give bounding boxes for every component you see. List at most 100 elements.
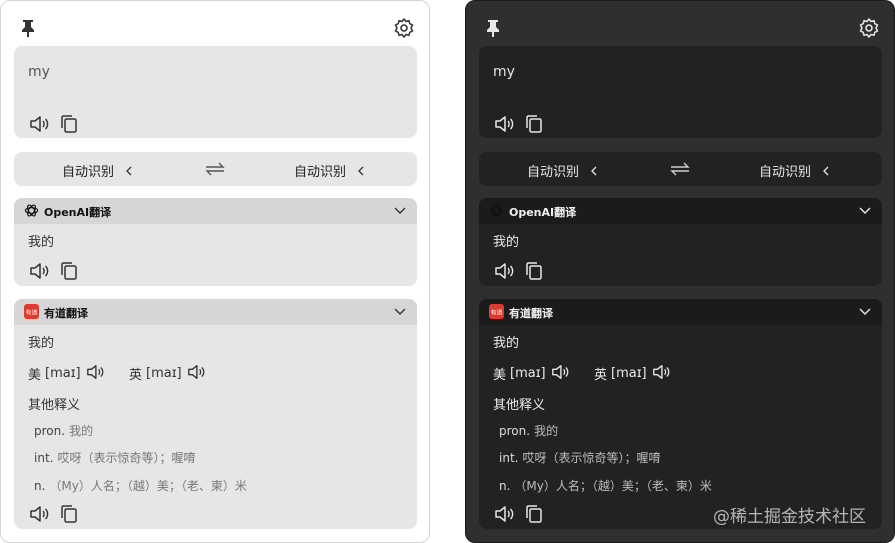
- openai-actions: [28, 261, 80, 281]
- target-language-label: 自动识别: [294, 165, 347, 180]
- youdao-actions: [493, 504, 545, 524]
- def-meaning: 哎呀（表示惊奇等）；喔唷: [522, 451, 661, 465]
- uk-phonetic: 英 [maɪ]: [594, 363, 673, 383]
- us-phonetic: 美 [maɪ]: [28, 363, 107, 383]
- uk-phonetic-text: [maɪ]: [146, 365, 182, 381]
- swap-icon[interactable]: [669, 159, 691, 179]
- other-meanings-label: 其他释义: [493, 398, 546, 413]
- other-meanings-label: 其他释义: [28, 398, 81, 413]
- source-input-card[interactable]: my: [479, 46, 882, 138]
- target-language-select[interactable]: 自动识别: [294, 161, 366, 180]
- us-label: 美: [493, 367, 507, 383]
- openai-actions: [493, 261, 545, 281]
- speaker-icon[interactable]: [28, 261, 50, 281]
- openai-result-text: 我的: [28, 235, 55, 250]
- pin-icon[interactable]: [482, 17, 504, 39]
- target-language-label: 自动识别: [759, 165, 812, 180]
- target-language-select[interactable]: 自动识别: [759, 161, 831, 180]
- speaker-icon[interactable]: [651, 363, 673, 383]
- openai-title: OpenAI翻译: [509, 206, 577, 219]
- copy-icon[interactable]: [58, 504, 80, 524]
- source-text[interactable]: my: [493, 64, 515, 80]
- youdao-result-card: 有道 有道翻译 我的 美 [maɪ] 英 [maɪ] 其他释义 pron. 我的 …: [479, 299, 882, 529]
- youdao-title: 有道翻译: [44, 307, 88, 320]
- swap-icon[interactable]: [204, 159, 226, 179]
- copy-icon[interactable]: [523, 114, 545, 134]
- chevron-down-icon[interactable]: [858, 306, 872, 318]
- source-actions: [493, 114, 545, 134]
- chevron-down-icon[interactable]: [858, 205, 872, 217]
- source-language-label: 自动识别: [527, 165, 580, 180]
- youdao-result-header[interactable]: 有道 有道翻译: [479, 299, 882, 325]
- svg-text:有道: 有道: [25, 309, 37, 317]
- definition-row: int. 哎呀（表示惊奇等）；喔唷: [34, 449, 195, 466]
- def-pos: int.: [34, 451, 54, 465]
- language-selector-bar: 自动识别 自动识别: [14, 152, 417, 186]
- copy-icon[interactable]: [58, 114, 80, 134]
- definition-row: pron. 我的: [34, 422, 93, 439]
- def-pos: int.: [499, 451, 519, 465]
- source-actions: [28, 114, 80, 134]
- us-label: 美: [28, 367, 42, 383]
- uk-phonetic-text: [maɪ]: [611, 365, 647, 381]
- def-pos: n.: [34, 479, 46, 493]
- def-pos: n.: [499, 479, 511, 493]
- definition-row: pron. 我的: [499, 422, 558, 439]
- openai-title: OpenAI翻译: [44, 206, 112, 219]
- chevron-down-icon[interactable]: [393, 205, 407, 217]
- top-bar: [15, 15, 415, 39]
- speaker-icon[interactable]: [493, 261, 515, 281]
- youdao-logo-icon: 有道: [24, 304, 39, 319]
- source-language-label: 自动识别: [62, 165, 115, 180]
- openai-logo-icon: [489, 203, 504, 218]
- gear-icon[interactable]: [393, 17, 415, 39]
- def-meaning: 我的: [534, 424, 559, 438]
- youdao-title: 有道翻译: [509, 307, 553, 320]
- youdao-logo-icon: 有道: [489, 304, 504, 319]
- def-pos: pron.: [499, 424, 531, 438]
- youdao-result-header[interactable]: 有道 有道翻译: [14, 299, 417, 325]
- youdao-result-text: 我的: [493, 336, 520, 351]
- def-meaning: （My）人名；（越）美；（老、柬）米: [514, 479, 712, 493]
- uk-label: 英: [594, 367, 608, 383]
- top-bar: [480, 15, 880, 39]
- speaker-icon[interactable]: [28, 504, 50, 524]
- us-phonetic-text: [maɪ]: [510, 365, 546, 381]
- uk-label: 英: [129, 367, 143, 383]
- light-translate-window: my 自动识别 自动识别 OpenAI翻译 我的 有道 有道翻译 我的 美 [m…: [0, 0, 430, 543]
- openai-logo-icon: [24, 203, 39, 218]
- source-input-card[interactable]: my: [14, 46, 417, 138]
- speaker-icon[interactable]: [550, 363, 572, 383]
- chevron-left-icon: [124, 165, 134, 177]
- chevron-left-icon: [821, 165, 831, 177]
- speaker-icon[interactable]: [493, 504, 515, 524]
- youdao-result-card: 有道 有道翻译 我的 美 [maɪ] 英 [maɪ] 其他释义 pron. 我的 …: [14, 299, 417, 529]
- definition-row: n. （My）人名；（越）美；（老、柬）米: [34, 477, 247, 494]
- openai-result-header[interactable]: OpenAI翻译: [479, 198, 882, 224]
- chevron-left-icon: [356, 165, 366, 177]
- copy-icon[interactable]: [523, 261, 545, 281]
- definition-row: int. 哎呀（表示惊奇等）；喔唷: [499, 449, 660, 466]
- speaker-icon[interactable]: [28, 114, 50, 134]
- copy-icon[interactable]: [523, 504, 545, 524]
- speaker-icon[interactable]: [85, 363, 107, 383]
- youdao-result-text: 我的: [28, 336, 55, 351]
- chevron-down-icon[interactable]: [393, 306, 407, 318]
- speaker-icon[interactable]: [493, 114, 515, 134]
- source-language-select[interactable]: 自动识别: [62, 161, 134, 180]
- openai-result-card: OpenAI翻译 我的: [479, 198, 882, 286]
- source-language-select[interactable]: 自动识别: [527, 161, 599, 180]
- pin-icon[interactable]: [17, 17, 39, 39]
- speaker-icon[interactable]: [186, 363, 208, 383]
- chevron-left-icon: [589, 165, 599, 177]
- watermark: @稀土掘金技术社区: [713, 507, 866, 527]
- youdao-actions: [28, 504, 80, 524]
- definition-row: n. （My）人名；（越）美；（老、柬）米: [499, 477, 712, 494]
- source-text[interactable]: my: [28, 64, 50, 80]
- language-selector-bar: 自动识别 自动识别: [479, 152, 882, 186]
- copy-icon[interactable]: [58, 261, 80, 281]
- us-phonetic: 美 [maɪ]: [493, 363, 572, 383]
- openai-result-card: OpenAI翻译 我的: [14, 198, 417, 286]
- openai-result-header[interactable]: OpenAI翻译: [14, 198, 417, 224]
- gear-icon[interactable]: [858, 17, 880, 39]
